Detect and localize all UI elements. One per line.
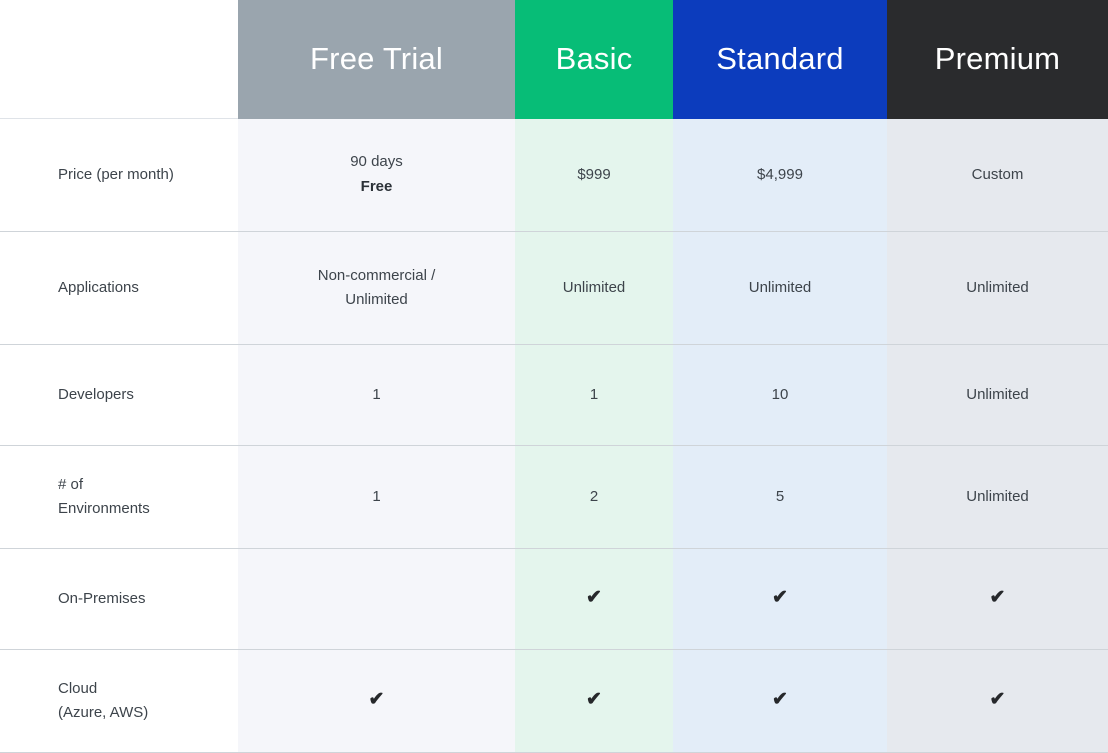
cell-line-secondary: Unlimited xyxy=(345,291,408,308)
cell-cloud-premium: ✔ xyxy=(887,649,1108,753)
cell-developers-standard: 10 xyxy=(673,344,887,446)
cell-price-premium: Custom xyxy=(887,118,1108,232)
header-plan-basic: Basic xyxy=(515,0,673,119)
table-row: On-Premises ✔ ✔ ✔ xyxy=(0,548,1108,650)
feature-line-secondary: Environments xyxy=(58,500,150,517)
cell-developers-basic: 1 xyxy=(515,344,673,446)
cell-environments-basic: 2 xyxy=(515,445,673,549)
cell-applications-free-trial: Non-commercial / Unlimited xyxy=(238,231,515,345)
cell-on-premises-standard: ✔ xyxy=(673,548,887,650)
cell-on-premises-free-trial xyxy=(238,548,515,650)
feature-label-developers: Developers xyxy=(0,344,238,446)
table-row: Price (per month) 90 days Free $999 $4,9… xyxy=(0,118,1108,232)
cell-on-premises-basic: ✔ xyxy=(515,548,673,650)
cell-price-standard: $4,999 xyxy=(673,118,887,232)
feature-line-secondary: (Azure, AWS) xyxy=(58,704,149,721)
cell-applications-premium: Unlimited xyxy=(887,231,1108,345)
table-body: Price (per month) 90 days Free $999 $4,9… xyxy=(0,118,1108,753)
cell-line-primary: Non-commercial / xyxy=(317,266,436,284)
cell-applications-basic: Unlimited xyxy=(515,231,673,345)
feature-label-applications: Applications xyxy=(0,231,238,345)
cell-price-free-trial: 90 days Free xyxy=(238,118,515,232)
header-plan-standard: Standard xyxy=(673,0,887,119)
header-feature-column xyxy=(0,0,238,119)
check-icon: ✔ xyxy=(586,688,602,710)
check-icon: ✔ xyxy=(368,688,385,710)
cell-on-premises-premium: ✔ xyxy=(887,548,1108,650)
check-icon: ✔ xyxy=(772,688,788,710)
cell-cloud-basic: ✔ xyxy=(515,649,673,753)
cell-environments-free-trial: 1 xyxy=(238,445,515,549)
feature-label-cloud: Cloud (Azure, AWS) xyxy=(0,649,238,753)
cell-environments-premium: Unlimited xyxy=(887,445,1108,549)
header-row: Free Trial Basic Standard Premium xyxy=(0,0,1108,119)
feature-line-primary: # of xyxy=(58,475,84,493)
table-row: Developers 1 1 10 Unlimited xyxy=(0,344,1108,446)
feature-label-environments: # of Environments xyxy=(0,445,238,549)
check-icon: ✔ xyxy=(586,586,602,608)
check-icon: ✔ xyxy=(989,688,1006,710)
feature-line-primary: Cloud xyxy=(58,679,98,697)
table-row: Cloud (Azure, AWS) ✔ ✔ ✔ ✔ xyxy=(0,649,1108,753)
cell-line-secondary: Free xyxy=(360,177,393,195)
cell-developers-premium: Unlimited xyxy=(887,344,1108,446)
table-row: # of Environments 1 2 5 Unlimited xyxy=(0,445,1108,549)
header-plan-free-trial: Free Trial xyxy=(238,0,515,119)
table-header: Free Trial Basic Standard Premium xyxy=(0,0,1108,119)
cell-cloud-standard: ✔ xyxy=(673,649,887,753)
cell-environments-standard: 5 xyxy=(673,445,887,549)
cell-developers-free-trial: 1 xyxy=(238,344,515,446)
header-plan-premium: Premium xyxy=(887,0,1108,119)
table-row: Applications Non-commercial / Unlimited … xyxy=(0,231,1108,345)
cell-price-basic: $999 xyxy=(515,118,673,232)
check-icon: ✔ xyxy=(772,586,788,608)
cell-line-primary: 90 days xyxy=(350,153,403,171)
cell-applications-standard: Unlimited xyxy=(673,231,887,345)
feature-label-price: Price (per month) xyxy=(0,118,238,232)
cell-cloud-free-trial: ✔ xyxy=(238,649,515,753)
empty-indicator xyxy=(248,599,505,600)
pricing-comparison-table: Free Trial Basic Standard Premium Price … xyxy=(0,0,1108,753)
feature-label-on-premises: On-Premises xyxy=(0,548,238,650)
check-icon: ✔ xyxy=(989,586,1006,608)
